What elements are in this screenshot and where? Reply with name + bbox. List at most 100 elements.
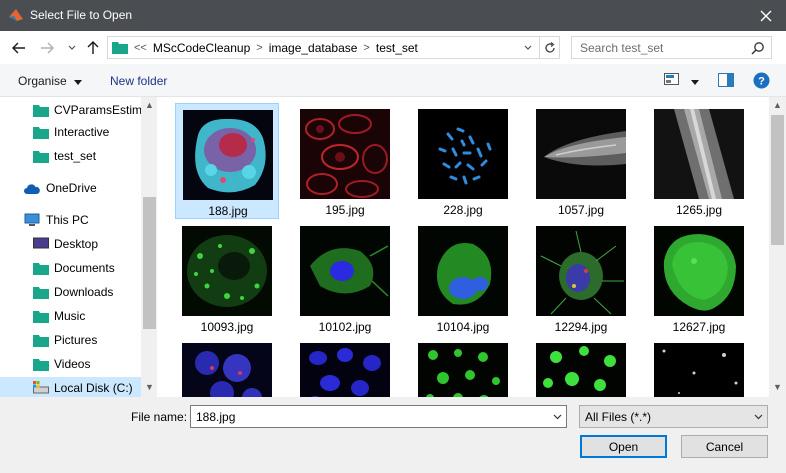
file-item-12627[interactable]: 12627.jpg <box>647 220 751 336</box>
breadcrumb-image-database[interactable]: image_database <box>269 41 358 55</box>
file-item-row3-2[interactable] <box>293 337 397 397</box>
change-view-button[interactable] <box>664 73 700 88</box>
file-item-10093[interactable]: 10093.jpg <box>175 220 279 336</box>
search-input[interactable]: Search test_set <box>571 36 772 59</box>
file-type-select[interactable]: All Files (*.*) <box>579 405 768 428</box>
sidebar-item-music[interactable]: Music <box>0 305 141 327</box>
recent-locations-button[interactable] <box>63 39 81 57</box>
file-item-228[interactable]: 228.jpg <box>411 103 515 219</box>
sidebar-item-local-disk[interactable]: Local Disk (C:) <box>0 377 141 397</box>
folder-icon <box>33 127 49 139</box>
file-item-row3-4[interactable] <box>529 337 633 397</box>
sidebar-item-videos[interactable]: Videos <box>0 353 141 375</box>
scroll-down-arrow[interactable]: ▼ <box>769 379 786 395</box>
sidebar-item-cvparamsestima[interactable]: CVParamsEstima <box>0 99 149 121</box>
breadcrumb-test-set[interactable]: test_set <box>376 41 418 55</box>
sidebar-item-downloads[interactable]: Downloads <box>0 281 141 303</box>
sidebar-item-interactive[interactable]: Interactive <box>0 121 141 143</box>
view-icon <box>664 73 679 85</box>
title-bar: Select File to Open <box>0 0 786 31</box>
breadcrumb-separator[interactable]: > <box>256 42 262 54</box>
file-name: 10102.jpg <box>318 320 372 334</box>
close-button[interactable] <box>746 0 786 31</box>
chevron-down-icon <box>68 45 76 50</box>
file-type-dropdown-button[interactable] <box>749 406 767 427</box>
arrow-left-icon <box>12 42 25 54</box>
file-item-row3-5[interactable] <box>647 337 751 397</box>
file-list-scrollbar[interactable]: ▲ ▼ <box>769 97 786 397</box>
matlab-icon <box>9 9 23 21</box>
file-item-10104[interactable]: 10104.jpg <box>411 220 515 336</box>
file-item-row3-1[interactable] <box>175 337 279 397</box>
preview-pane-icon <box>718 73 734 87</box>
chevron-down-icon <box>524 45 532 50</box>
sidebar-item-label: Interactive <box>54 125 110 139</box>
sidebar-item-documents[interactable]: Documents <box>0 257 141 279</box>
sidebar-item-onedrive[interactable]: OneDrive <box>0 177 141 199</box>
folder-icon <box>33 335 49 347</box>
file-item-188[interactable]: 188.jpg <box>175 103 279 219</box>
overflow-chevron[interactable]: << <box>134 42 147 54</box>
image-thumbnail <box>300 109 390 199</box>
caret-down-icon <box>691 80 700 85</box>
sidebar-item-label: test_set <box>54 149 97 163</box>
file-item-1057[interactable]: 1057.jpg <box>529 103 633 219</box>
image-thumbnail <box>182 226 272 316</box>
file-name: 10104.jpg <box>436 320 490 334</box>
folder-icon <box>112 42 128 54</box>
address-dropdown-button[interactable] <box>519 37 537 58</box>
refresh-button[interactable] <box>539 37 559 58</box>
breadcrumb-mscodecleanup[interactable]: MScCodeCleanup <box>153 41 250 55</box>
caret-down-icon <box>74 80 83 85</box>
help-button[interactable]: ? <box>753 72 770 92</box>
file-name: 1057.jpg <box>557 203 605 217</box>
new-folder-button[interactable]: New folder <box>110 74 167 88</box>
help-icon: ? <box>753 72 770 89</box>
file-name-input[interactable]: 188.jpg <box>196 410 235 424</box>
up-button[interactable] <box>84 39 102 57</box>
folder-icon <box>33 263 49 275</box>
image-thumbnail <box>654 109 744 199</box>
image-thumbnail <box>418 343 508 397</box>
folder-icon <box>33 151 49 163</box>
sidebar-scrollbar[interactable]: ▲ ▼ <box>141 97 157 397</box>
sidebar-item-pictures[interactable]: Pictures <box>0 329 141 351</box>
scrollbar-thumb[interactable] <box>771 115 784 245</box>
scroll-up-arrow[interactable]: ▲ <box>769 97 786 113</box>
file-name-combobox[interactable]: 188.jpg <box>190 405 567 428</box>
preview-pane-button[interactable] <box>718 73 734 90</box>
organise-button[interactable]: Organise <box>18 74 83 88</box>
image-thumbnail <box>418 109 508 199</box>
file-name-dropdown-button[interactable] <box>548 406 566 427</box>
image-thumbnail <box>300 343 390 397</box>
command-toolbar: Organise New folder ? <box>0 64 786 97</box>
scroll-up-arrow[interactable]: ▲ <box>141 97 157 113</box>
image-thumbnail <box>183 110 273 200</box>
folder-icon <box>33 311 49 323</box>
scrollbar-thumb[interactable] <box>143 197 156 329</box>
sidebar-item-desktop[interactable]: Desktop <box>0 233 141 255</box>
image-thumbnail <box>654 343 744 397</box>
breadcrumb-separator[interactable]: > <box>363 42 369 54</box>
cloud-icon <box>24 184 40 194</box>
file-item-12294[interactable]: 12294.jpg <box>529 220 633 336</box>
file-item-row3-3[interactable] <box>411 337 515 397</box>
cancel-button[interactable]: Cancel <box>681 435 768 458</box>
file-item-1265[interactable]: 1265.jpg <box>647 103 751 219</box>
sidebar-item-test-set[interactable]: test_set <box>0 145 141 167</box>
file-item-10102[interactable]: 10102.jpg <box>293 220 397 336</box>
file-type-value: All Files (*.*) <box>585 410 652 424</box>
scroll-down-arrow[interactable]: ▼ <box>141 379 157 395</box>
open-button[interactable]: Open <box>580 435 667 458</box>
close-icon <box>760 10 772 21</box>
forward-button[interactable] <box>38 39 56 57</box>
sidebar-item-label: Pictures <box>54 333 98 347</box>
address-bar[interactable]: << MScCodeCleanup > image_database > tes… <box>107 36 560 59</box>
sidebar-item-label: Documents <box>54 261 115 275</box>
image-thumbnail <box>300 226 390 316</box>
file-item-195[interactable]: 195.jpg <box>293 103 397 219</box>
back-button[interactable] <box>10 39 28 57</box>
sidebar-item-this-pc[interactable]: This PC <box>0 209 141 231</box>
search-icon <box>751 42 764 55</box>
folder-icon <box>33 359 49 371</box>
